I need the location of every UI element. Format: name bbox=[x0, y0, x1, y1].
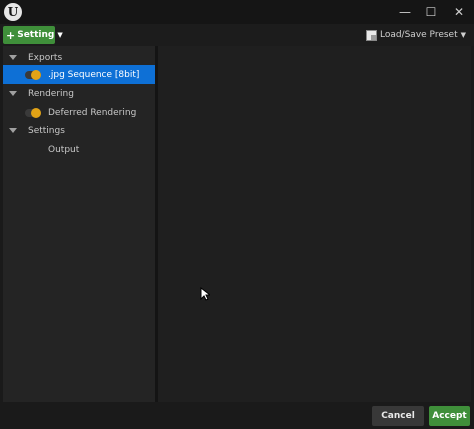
category-label: Rendering bbox=[28, 88, 74, 99]
add-setting-button[interactable]: + Setting ▼ bbox=[3, 26, 63, 44]
category-label: Settings bbox=[28, 125, 65, 136]
accept-button[interactable]: Accept bbox=[429, 406, 470, 426]
category-settings[interactable]: Settings bbox=[3, 121, 155, 140]
tree-item-label: Deferred Rendering bbox=[48, 107, 137, 118]
dialog-footer: Cancel Accept bbox=[0, 402, 474, 429]
close-button[interactable]: ✕ bbox=[446, 0, 472, 24]
expand-arrow-icon[interactable] bbox=[9, 91, 17, 96]
chevron-down-icon: ▼ bbox=[57, 31, 63, 39]
mouse-cursor-icon bbox=[200, 287, 210, 301]
unreal-logo-icon: U bbox=[4, 3, 22, 21]
preset-label: Load/Save Preset bbox=[379, 30, 458, 40]
tree-item-output[interactable]: Output bbox=[3, 140, 155, 159]
enable-toggle[interactable] bbox=[25, 69, 41, 80]
preset-icon bbox=[365, 29, 377, 41]
title-bar: U — ☐ ✕ bbox=[0, 0, 474, 24]
toggle-knob bbox=[31, 107, 41, 118]
plus-icon: + bbox=[6, 28, 16, 42]
tree-item-label: Output bbox=[48, 144, 80, 155]
category-rendering[interactable]: Rendering bbox=[3, 84, 155, 103]
toggle-knob bbox=[31, 69, 41, 80]
maximize-button[interactable]: ☐ bbox=[418, 0, 444, 24]
details-panel bbox=[158, 46, 471, 402]
tree-item-deferred-rendering[interactable]: Deferred Rendering bbox=[3, 103, 155, 122]
load-save-preset-button[interactable]: Load/Save Preset ▼ bbox=[365, 27, 466, 43]
tree-item-jpg-sequence[interactable]: .jpg Sequence [8bit] bbox=[3, 65, 155, 84]
minimize-button[interactable]: — bbox=[392, 0, 418, 24]
chevron-down-icon: ▼ bbox=[460, 31, 466, 39]
expand-arrow-icon[interactable] bbox=[9, 128, 17, 133]
settings-tree-panel: Exports .jpg Sequence [8bit] Rendering D… bbox=[3, 46, 155, 402]
enable-toggle[interactable] bbox=[25, 107, 41, 118]
add-setting-label: Setting bbox=[17, 30, 55, 40]
cancel-button[interactable]: Cancel bbox=[372, 406, 424, 426]
expand-arrow-icon[interactable] bbox=[9, 55, 17, 60]
category-label: Exports bbox=[28, 52, 63, 63]
toolbar: + Setting ▼ Load/Save Preset ▼ bbox=[0, 24, 474, 46]
tree-item-label: .jpg Sequence [8bit] bbox=[48, 69, 140, 80]
